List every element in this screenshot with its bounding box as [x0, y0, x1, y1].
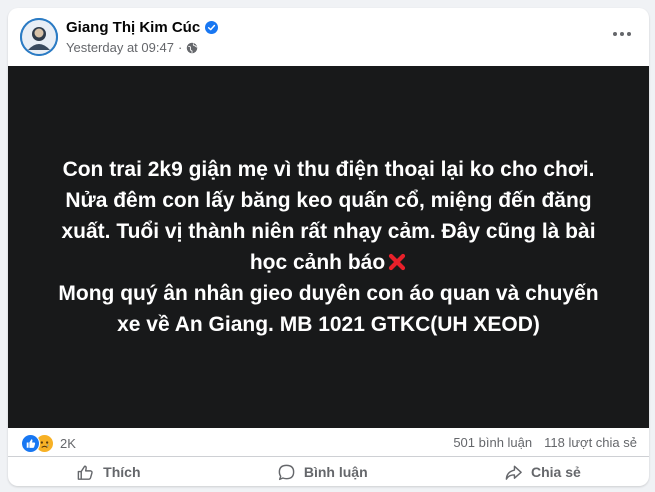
status-line: Nửa đêm con lấy băng keo quấn cổ, miệng …	[65, 189, 592, 212]
globe-icon[interactable]	[186, 42, 198, 54]
author-name-row: Giang Thị Kim Cúc	[66, 19, 219, 36]
reactions-summary[interactable]: 2K	[21, 434, 76, 453]
comment-count[interactable]: 501 bình luận	[453, 435, 532, 450]
share-button[interactable]: Chia sẻ	[486, 458, 599, 486]
engagement-counts: 501 bình luận 118 lượt chia sẻ	[453, 435, 637, 450]
comment-label: Bình luận	[303, 464, 368, 480]
more-dot	[620, 32, 624, 36]
meta-separator: ·	[177, 40, 183, 55]
status-line-with-emoji: học cảnh báo	[49, 247, 609, 278]
status-line: xuất. Tuổi vị thành niên rất nhạy cảm. Đ…	[61, 220, 596, 243]
comment-button[interactable]: Bình luận	[259, 458, 386, 486]
like-button[interactable]: Thích	[58, 458, 158, 486]
status-line: học cảnh báo	[249, 251, 386, 274]
post-meta: Yesterday at 09:47 ·	[66, 40, 198, 55]
more-dot	[627, 32, 631, 36]
cross-mark-emoji	[389, 253, 406, 271]
author-avatar[interactable]	[20, 18, 58, 56]
like-reaction-icon	[21, 434, 40, 453]
post-card: Giang Thị Kim Cúc Yesterday at 09:47 · C…	[8, 8, 649, 486]
post-actions: Thích Bình luận Chia sẻ	[8, 456, 649, 486]
post-header: Giang Thị Kim Cúc Yesterday at 09:47 ·	[8, 8, 649, 66]
share-count[interactable]: 118 lượt chia sẻ	[544, 435, 637, 450]
avatar-image	[20, 18, 58, 56]
status-line: xe về An Giang. MB 1021 GTKC(UH XEOD)	[117, 313, 540, 336]
author-name[interactable]: Giang Thị Kim Cúc	[66, 19, 200, 36]
thumbs-up-icon	[77, 465, 93, 480]
like-label: Thích	[103, 464, 141, 480]
status-line: Mong quý ân nhân gieo duyên con áo quan …	[58, 282, 599, 305]
post-stats: 2K 501 bình luận 118 lượt chia sẻ	[8, 428, 649, 456]
share-arrow-icon	[505, 465, 522, 480]
more-dot	[613, 32, 617, 36]
text-post-background[interactable]: Con trai 2k9 giận mẹ vì thu điện thoại l…	[8, 66, 649, 428]
post-timestamp[interactable]: Yesterday at 09:47	[66, 40, 174, 55]
status-text: Con trai 2k9 giận mẹ vì thu điện thoại l…	[49, 154, 609, 340]
status-line: Con trai 2k9 giận mẹ vì thu điện thoại l…	[62, 158, 595, 181]
more-options-icon[interactable]	[607, 22, 637, 46]
verified-badge-icon	[205, 21, 219, 34]
comment-bubble-icon	[278, 464, 295, 480]
share-label: Chia sẻ	[530, 464, 581, 480]
reaction-count: 2K	[60, 436, 76, 451]
